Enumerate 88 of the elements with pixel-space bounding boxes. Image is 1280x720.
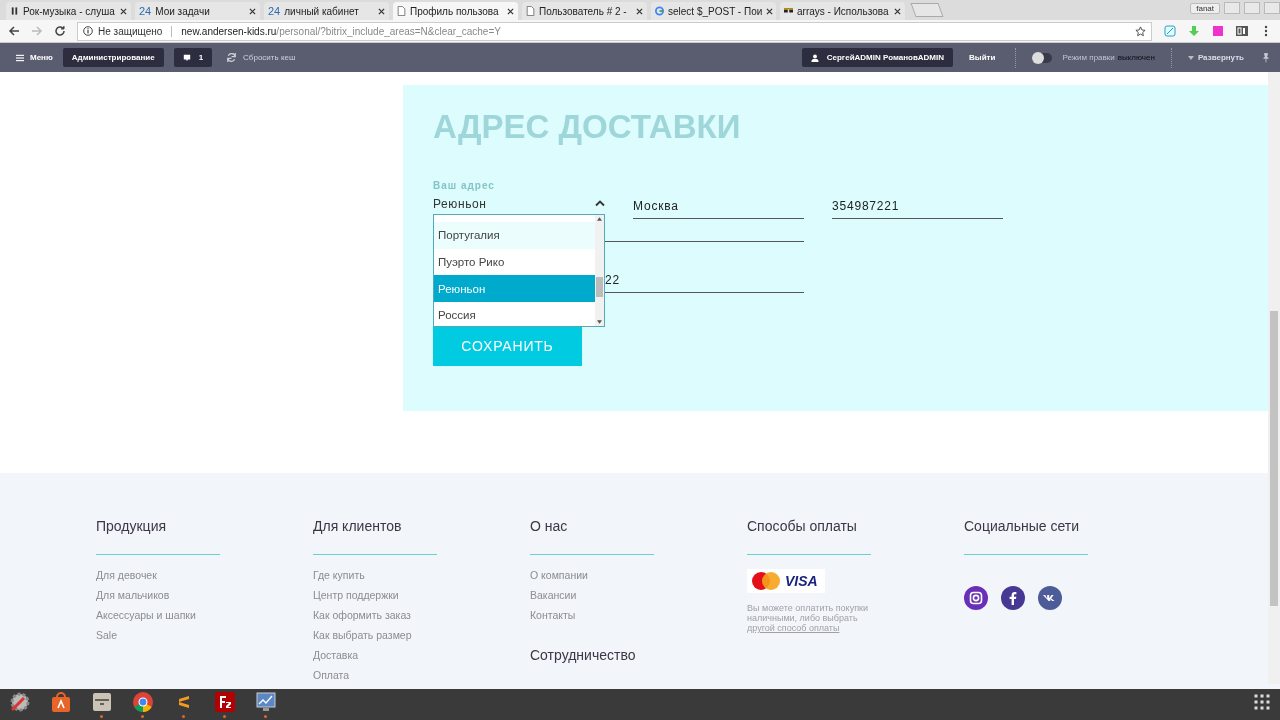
page-scrollbar[interactable] bbox=[1268, 72, 1280, 684]
security-label: Не защищено bbox=[98, 25, 163, 37]
chevron-icon bbox=[595, 200, 605, 207]
field-label: Ваш адрес bbox=[433, 180, 496, 191]
pause-icon bbox=[10, 6, 19, 16]
tab-title: Пользователь # 2 - bbox=[539, 5, 628, 17]
edit-mode-state: выключен bbox=[1117, 53, 1155, 62]
dropdown-option[interactable]: Россия bbox=[434, 302, 595, 329]
browser-tab[interactable]: arrays - Использова bbox=[780, 2, 905, 20]
close-icon[interactable] bbox=[120, 7, 127, 15]
tab-count-label: 24 bbox=[268, 5, 281, 17]
close-icon[interactable] bbox=[249, 7, 256, 15]
facebook-icon[interactable] bbox=[1001, 586, 1025, 610]
scroll-thumb[interactable] bbox=[596, 277, 603, 297]
footer-heading: Для клиентов bbox=[313, 518, 403, 534]
notifications-button[interactable]: 1 bbox=[173, 48, 213, 67]
tab-count-label: 24 bbox=[139, 5, 152, 17]
browser-tab[interactable]: select $_POST - Пои bbox=[651, 2, 776, 20]
tab-title: личный кабинет bbox=[284, 5, 360, 17]
extension-icon[interactable] bbox=[1236, 25, 1248, 37]
edit-mode-label: Режим правки bbox=[1062, 53, 1115, 62]
scrollbar[interactable] bbox=[595, 215, 604, 326]
browser-tab[interactable]: 24 личный кабинет bbox=[264, 2, 389, 20]
pin-icon[interactable] bbox=[1262, 52, 1270, 63]
edit-mode-toggle[interactable] bbox=[1032, 52, 1053, 63]
close-icon[interactable] bbox=[507, 7, 514, 15]
address-bar[interactable]: Не защищено new.andersen-kids.ru/personal/?bitrix_include_areas=N&clear_cache=Y bbox=[77, 21, 1152, 41]
browser-tab[interactable]: Пользователь # 2 - bbox=[522, 2, 647, 20]
back-icon[interactable] bbox=[8, 25, 20, 37]
menu-button[interactable]: Меню bbox=[16, 53, 53, 62]
close-icon[interactable] bbox=[894, 7, 901, 15]
tab-title: Профиль пользова bbox=[410, 5, 500, 17]
user-icon bbox=[810, 53, 819, 62]
user-button[interactable]: СергейADMIN РомановADMIN bbox=[801, 48, 954, 67]
instagram-icon[interactable] bbox=[964, 586, 988, 610]
tab-title: Рок-музыка - слуша bbox=[23, 5, 116, 17]
payment-logos: VISA bbox=[747, 569, 825, 593]
comment-icon bbox=[182, 53, 191, 62]
page-icon bbox=[397, 6, 406, 16]
vk-icon[interactable] bbox=[1038, 586, 1062, 610]
url-path: /personal/?bitrix_include_areas=N&clear_cache=Y bbox=[276, 25, 501, 37]
g-logo-icon bbox=[655, 6, 664, 16]
close-icon[interactable] bbox=[636, 7, 643, 15]
footer-heading: Сотрудничество bbox=[530, 647, 637, 663]
payment-note: Вы можете оплатить покупки наличными, либо выбрать другой способ оплаты bbox=[747, 603, 869, 633]
profile-name[interactable]: fanat bbox=[1190, 3, 1220, 14]
scroll-down-icon[interactable] bbox=[597, 320, 602, 324]
extension-icon[interactable] bbox=[1212, 25, 1224, 37]
input-field[interactable]: 22 bbox=[605, 267, 804, 293]
wrench-gear-icon bbox=[8, 690, 32, 714]
bookmark-star-icon[interactable] bbox=[1135, 25, 1146, 37]
browser-tab[interactable]: 24 Мои задачи bbox=[135, 2, 260, 20]
scroll-up-icon[interactable] bbox=[597, 217, 602, 221]
logout-link[interactable]: Выйти bbox=[969, 53, 996, 62]
caret-icon bbox=[1187, 55, 1194, 60]
footer-heading: Социальные сети bbox=[964, 518, 1080, 534]
file-cabinet-icon bbox=[90, 690, 114, 714]
browser-tab[interactable]: Профиль пользова bbox=[393, 2, 518, 20]
section-title: АДРЕС ДОСТАВКИ bbox=[433, 108, 742, 146]
footer-heading: Продукция bbox=[96, 518, 168, 534]
menu-icon bbox=[16, 53, 24, 62]
city-field[interactable]: Москва bbox=[633, 195, 804, 219]
close-icon[interactable] bbox=[766, 7, 774, 15]
app-grid-icon[interactable] bbox=[1254, 694, 1270, 710]
tab-title: arrays - Использова bbox=[797, 5, 890, 17]
tab-title: Мои задачи bbox=[155, 5, 211, 17]
glasses-icon bbox=[784, 6, 793, 16]
shopping-bag-icon bbox=[49, 690, 73, 714]
browser-tab[interactable]: Рок-музыка - слуша bbox=[6, 2, 131, 20]
expand-button[interactable]: Развернуть bbox=[1187, 53, 1244, 62]
dropdown-option[interactable]: Пуэрто Рико bbox=[434, 248, 595, 276]
page-icon bbox=[526, 6, 535, 16]
footer-heading: Способы оплаты bbox=[747, 518, 858, 534]
dropdown-option[interactable]: Португалия bbox=[434, 222, 595, 249]
footer-heading: О нас bbox=[530, 518, 569, 534]
clear-cache-button[interactable]: Сбросить кеш bbox=[226, 52, 296, 63]
zip-field[interactable]: 354987221 bbox=[832, 195, 1003, 219]
system-monitor-icon bbox=[254, 690, 278, 714]
refresh-icon bbox=[226, 52, 238, 63]
tab-title: select $_POST - Пои bbox=[668, 5, 763, 17]
administration-button[interactable]: Администрирование bbox=[62, 48, 164, 67]
reload-icon[interactable] bbox=[54, 25, 66, 37]
card-circles-icon bbox=[751, 571, 781, 591]
close-icon[interactable] bbox=[378, 7, 385, 15]
country-select[interactable]: Реюньон bbox=[433, 195, 605, 212]
browser-logo-icon bbox=[131, 690, 155, 714]
info-icon[interactable] bbox=[83, 26, 93, 36]
url-host: new.andersen-kids.ru bbox=[181, 25, 277, 37]
